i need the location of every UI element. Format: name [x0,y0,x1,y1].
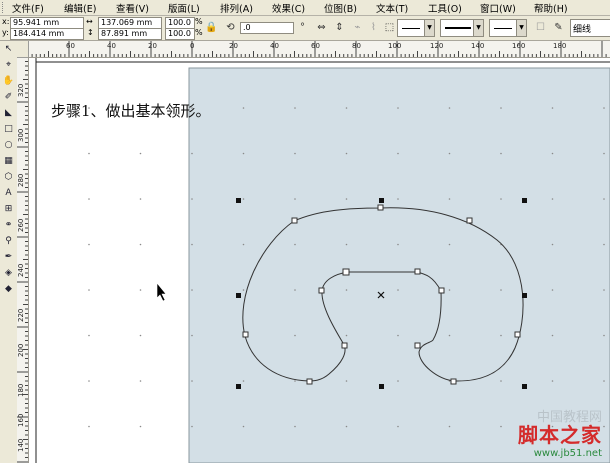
vertical-ruler-ticks [17,57,28,463]
pick-tool-icon[interactable]: ↖ [2,43,15,56]
table-tool-icon[interactable]: ⊞ [2,203,15,216]
watermark-url: www.jb51.net [533,448,602,459]
rotation-angle-field[interactable]: .0 [240,22,294,34]
end-arrow-dropdown[interactable]: ▼ [489,19,527,37]
menu-file[interactable]: 文件(F) [12,1,44,15]
ruler-label: 60 [66,42,75,50]
ruler-label: 140 [17,438,25,452]
menu-bar: 文件(F) 编辑(E) 查看(V) 版面(L) 排列(A) 效果(C) 位图(B… [0,0,610,16]
line-style-dropdown[interactable]: ▼ [440,19,484,37]
outline-width-dropdown[interactable]: 细线 [570,19,610,37]
property-bar: x: 95.941 mm y: 184.414 mm ↔ 137.069 mm … [0,16,610,41]
ruler-label: 100 [388,42,402,50]
mirror-horizontal-icon[interactable]: ⇔ [313,19,330,36]
outline-pen-icon[interactable]: ✎ [550,19,567,36]
scale-y-field[interactable]: 100.0 [165,28,195,40]
outline-tool-icon[interactable]: ✒ [2,251,15,264]
smart-fill-icon[interactable]: ◣ [2,107,15,120]
interactive-blend-icon[interactable]: ⚭ [2,219,15,232]
scale-y-unit: % [195,28,203,37]
menu-window[interactable]: 窗口(W) [480,1,516,15]
node-join-icon[interactable]: ⌁ [349,19,366,36]
freehand-tool-icon[interactable]: ✐ [2,91,15,104]
ruler-label: 300 [17,128,25,142]
y-position-field[interactable]: 184.414 mm [10,28,84,40]
drawing-canvas[interactable]: 步骤1、做出基本领形。 中国教程网 脚本之家 www.jb51.net [29,58,610,463]
chevron-down-icon: ▼ [473,20,483,36]
menu-tools[interactable]: 工具(O) [428,1,462,15]
menu-effects[interactable]: 效果(C) [272,1,305,15]
watermark-main: 脚本之家 [518,423,602,447]
menu-bitmaps[interactable]: 位图(B) [324,1,357,15]
chevron-down-icon: ▼ [424,20,434,36]
shape-tool-icon[interactable]: ⌖ [2,59,15,72]
y-label: y: [2,28,9,37]
ruler-label: 60 [311,42,320,50]
toolbox: ↖ ⌖ ✋ ✐ ◣ □ ○ ▦ ⬡ A ⊞ ⚭ ⚲ ✒ ◈ ◆ [0,41,18,463]
degree-icon: ° [300,22,305,33]
menu-view[interactable]: 查看(V) [116,1,149,15]
text-tool-icon[interactable]: A [2,187,15,200]
menu-grip[interactable] [2,2,6,13]
start-arrow-dropdown[interactable]: ▼ [397,19,435,37]
ruler-label: 160 [512,42,526,50]
ruler-label: 160 [17,413,25,427]
document-page[interactable] [188,67,610,463]
scale-x-unit: % [195,17,203,26]
polygon-tool-icon[interactable]: ▦ [2,155,15,168]
close-curve-icon[interactable]: ⬚ [381,19,398,36]
horizontal-ruler[interactable]: 60 40 20 0 20 40 60 80 100 120 140 160 1… [28,41,610,58]
outline-width-value: 细线 [573,25,592,35]
ruler-label: 260 [17,218,25,232]
x-label: x: [2,17,10,26]
ruler-label: 0 [190,42,195,50]
menu-arrange[interactable]: 排列(A) [220,1,253,15]
node-break-icon[interactable]: ⌇ [365,19,382,36]
chevron-down-icon: ▼ [516,20,526,36]
ruler-label: 180 [17,383,25,397]
rotate-icon: ⟲ [226,22,235,33]
step-instruction: 步骤1、做出基本领形。 [51,102,211,120]
basic-shapes-icon[interactable]: ⬡ [2,171,15,184]
vertical-ruler[interactable]: 320 300 280 260 240 220 200 180 160 140 [17,57,29,463]
ruler-label: 20 [229,42,238,50]
ruler-label: 80 [352,42,361,50]
rectangle-tool-icon[interactable]: □ [2,123,15,136]
ruler-label: 240 [17,263,25,277]
eyedropper-tool-icon[interactable]: ⚲ [2,235,15,248]
ruler-label: 200 [17,343,25,357]
ruler-label: 180 [553,42,567,50]
height-field[interactable]: 87.891 mm [98,28,162,40]
menu-text[interactable]: 文本(T) [376,1,408,15]
ruler-label: 140 [471,42,485,50]
fill-tool-icon[interactable]: ◈ [2,267,15,280]
ruler-label: 40 [270,42,279,50]
ellipse-tool-icon[interactable]: ○ [2,139,15,152]
ruler-label: 20 [148,42,157,50]
zoom-tool-icon[interactable]: ✋ [2,75,15,88]
ruler-label: 320 [17,83,25,97]
mirror-vertical-icon[interactable]: ⇕ [331,19,348,36]
ruler-label: 40 [107,42,116,50]
wrap-text-icon[interactable]: ☐ [532,19,549,36]
height-icon: ↕ [87,28,94,37]
ruler-label: 220 [17,308,25,322]
ruler-label: 120 [430,42,444,50]
watermark: 中国教程网 脚本之家 www.jb51.net [518,406,602,459]
width-icon: ↔ [86,17,93,26]
menu-help[interactable]: 帮助(H) [534,1,568,15]
lock-ratio-icon[interactable]: 🔒 [203,19,220,36]
menu-edit[interactable]: 编辑(E) [64,1,96,15]
ruler-label: 280 [17,173,25,187]
interactive-fill-icon[interactable]: ◆ [2,283,15,296]
menu-layout[interactable]: 版面(L) [168,1,200,15]
